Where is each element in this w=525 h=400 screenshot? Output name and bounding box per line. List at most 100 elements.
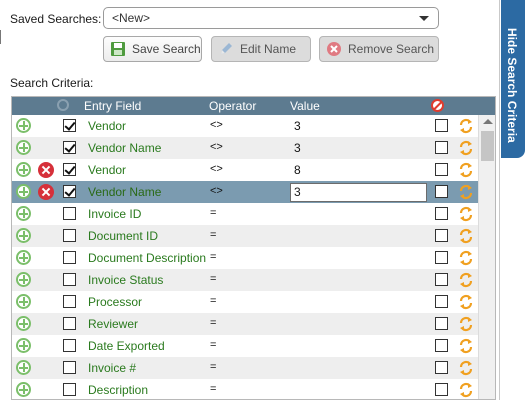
include-checkbox[interactable] xyxy=(63,141,76,154)
add-row-icon[interactable] xyxy=(16,316,31,331)
add-row-icon[interactable] xyxy=(16,250,31,265)
include-checkbox[interactable] xyxy=(63,251,76,264)
entry-field[interactable]: Processor xyxy=(88,295,142,309)
add-row-icon[interactable] xyxy=(16,118,31,133)
add-row-icon[interactable] xyxy=(16,162,31,177)
operator[interactable]: = xyxy=(210,273,216,285)
exclude-checkbox[interactable] xyxy=(435,185,448,198)
exclude-checkbox[interactable] xyxy=(435,141,448,154)
refresh-icon[interactable] xyxy=(458,382,474,398)
entry-field[interactable]: Invoice # xyxy=(88,361,136,375)
exclude-checkbox[interactable] xyxy=(435,295,448,308)
criteria-row[interactable]: Document Description = xyxy=(12,247,478,269)
value[interactable]: 8 xyxy=(294,163,301,177)
exclude-checkbox[interactable] xyxy=(435,207,448,220)
criteria-row[interactable]: Vendor Name <> 3 xyxy=(12,181,478,203)
exclude-checkbox[interactable] xyxy=(435,229,448,242)
entry-field[interactable]: Reviewer xyxy=(88,317,138,331)
criteria-row[interactable]: Reviewer = xyxy=(12,313,478,335)
operator[interactable]: = xyxy=(210,317,216,329)
exclude-checkbox[interactable] xyxy=(435,119,448,132)
exclude-checkbox[interactable] xyxy=(435,163,448,176)
value[interactable]: 3 xyxy=(294,119,301,133)
add-row-icon[interactable] xyxy=(16,382,31,397)
entry-field[interactable]: Document Description xyxy=(88,251,206,265)
entry-field[interactable]: Vendor xyxy=(88,163,126,177)
criteria-row[interactable]: Processor = xyxy=(12,291,478,313)
scroll-up-icon[interactable] xyxy=(483,119,493,124)
add-row-icon[interactable] xyxy=(16,228,31,243)
entry-field[interactable]: Date Exported xyxy=(88,339,165,353)
operator[interactable]: <> xyxy=(210,141,223,153)
exclude-checkbox[interactable] xyxy=(435,383,448,396)
operator[interactable]: = xyxy=(210,295,216,307)
refresh-icon[interactable] xyxy=(458,228,474,244)
operator[interactable]: = xyxy=(210,361,216,373)
remove-search-button[interactable]: Remove Search xyxy=(319,36,439,62)
refresh-icon[interactable] xyxy=(458,250,474,266)
settings-icon[interactable] xyxy=(57,99,69,111)
include-checkbox[interactable] xyxy=(63,185,76,198)
criteria-row[interactable]: Invoice # = xyxy=(12,357,478,379)
operator[interactable]: <> xyxy=(210,119,223,131)
include-checkbox[interactable] xyxy=(63,229,76,242)
operator[interactable]: <> xyxy=(210,163,223,175)
refresh-icon[interactable] xyxy=(458,316,474,332)
entry-field[interactable]: Description xyxy=(88,383,148,397)
criteria-row[interactable]: Invoice ID = xyxy=(12,203,478,225)
include-checkbox[interactable] xyxy=(63,317,76,330)
add-row-icon[interactable] xyxy=(16,294,31,309)
operator[interactable]: = xyxy=(210,207,216,219)
entry-field[interactable]: Invoice ID xyxy=(88,207,141,221)
delete-row-icon[interactable] xyxy=(38,184,54,200)
add-row-icon[interactable] xyxy=(16,140,31,155)
criteria-row[interactable]: Date Exported = xyxy=(12,335,478,357)
delete-row-icon[interactable] xyxy=(38,162,54,178)
save-search-button[interactable]: Save Search xyxy=(103,36,202,62)
criteria-row[interactable]: Invoice Status = xyxy=(12,269,478,291)
operator[interactable]: <> xyxy=(210,185,223,197)
refresh-icon[interactable] xyxy=(458,360,474,376)
add-row-icon[interactable] xyxy=(16,360,31,375)
add-row-icon[interactable] xyxy=(16,206,31,221)
criteria-row[interactable]: Document ID = xyxy=(12,225,478,247)
operator[interactable]: = xyxy=(210,383,216,395)
value[interactable]: 3 xyxy=(294,141,301,155)
refresh-icon[interactable] xyxy=(458,294,474,310)
criteria-row[interactable]: Vendor <> 3 xyxy=(12,115,478,137)
refresh-icon[interactable] xyxy=(458,184,474,200)
add-row-icon[interactable] xyxy=(16,184,31,199)
exclude-checkbox[interactable] xyxy=(435,339,448,352)
criteria-row[interactable]: Description = xyxy=(12,379,478,399)
operator[interactable]: = xyxy=(210,251,216,263)
exclude-checkbox[interactable] xyxy=(435,251,448,264)
include-checkbox[interactable] xyxy=(63,119,76,132)
include-checkbox[interactable] xyxy=(63,163,76,176)
hide-search-criteria-tab[interactable]: Hide Search Criteria xyxy=(501,0,525,158)
entry-field[interactable]: Vendor xyxy=(88,119,126,133)
include-checkbox[interactable] xyxy=(63,383,76,396)
criteria-row[interactable]: Vendor <> 8 xyxy=(12,159,478,181)
saved-searches-dropdown[interactable]: <New> xyxy=(103,7,439,29)
entry-field[interactable]: Invoice Status xyxy=(88,273,163,287)
refresh-icon[interactable] xyxy=(458,272,474,288)
operator[interactable]: = xyxy=(210,229,216,241)
entry-field[interactable]: Vendor Name xyxy=(88,141,161,155)
criteria-row[interactable]: Vendor Name <> 3 xyxy=(12,137,478,159)
include-checkbox[interactable] xyxy=(63,207,76,220)
add-row-icon[interactable] xyxy=(16,272,31,287)
include-checkbox[interactable] xyxy=(63,273,76,286)
include-checkbox[interactable] xyxy=(63,339,76,352)
operator[interactable]: = xyxy=(210,339,216,351)
refresh-icon[interactable] xyxy=(458,338,474,354)
refresh-icon[interactable] xyxy=(458,162,474,178)
entry-field[interactable]: Vendor Name xyxy=(88,185,161,199)
exclude-checkbox[interactable] xyxy=(435,273,448,286)
scroll-thumb[interactable] xyxy=(481,131,494,161)
edit-name-button[interactable]: Edit Name xyxy=(211,36,311,62)
value-input[interactable]: 3 xyxy=(290,183,427,202)
refresh-icon[interactable] xyxy=(458,118,474,134)
refresh-icon[interactable] xyxy=(458,206,474,222)
entry-field[interactable]: Document ID xyxy=(88,229,158,243)
include-checkbox[interactable] xyxy=(63,295,76,308)
